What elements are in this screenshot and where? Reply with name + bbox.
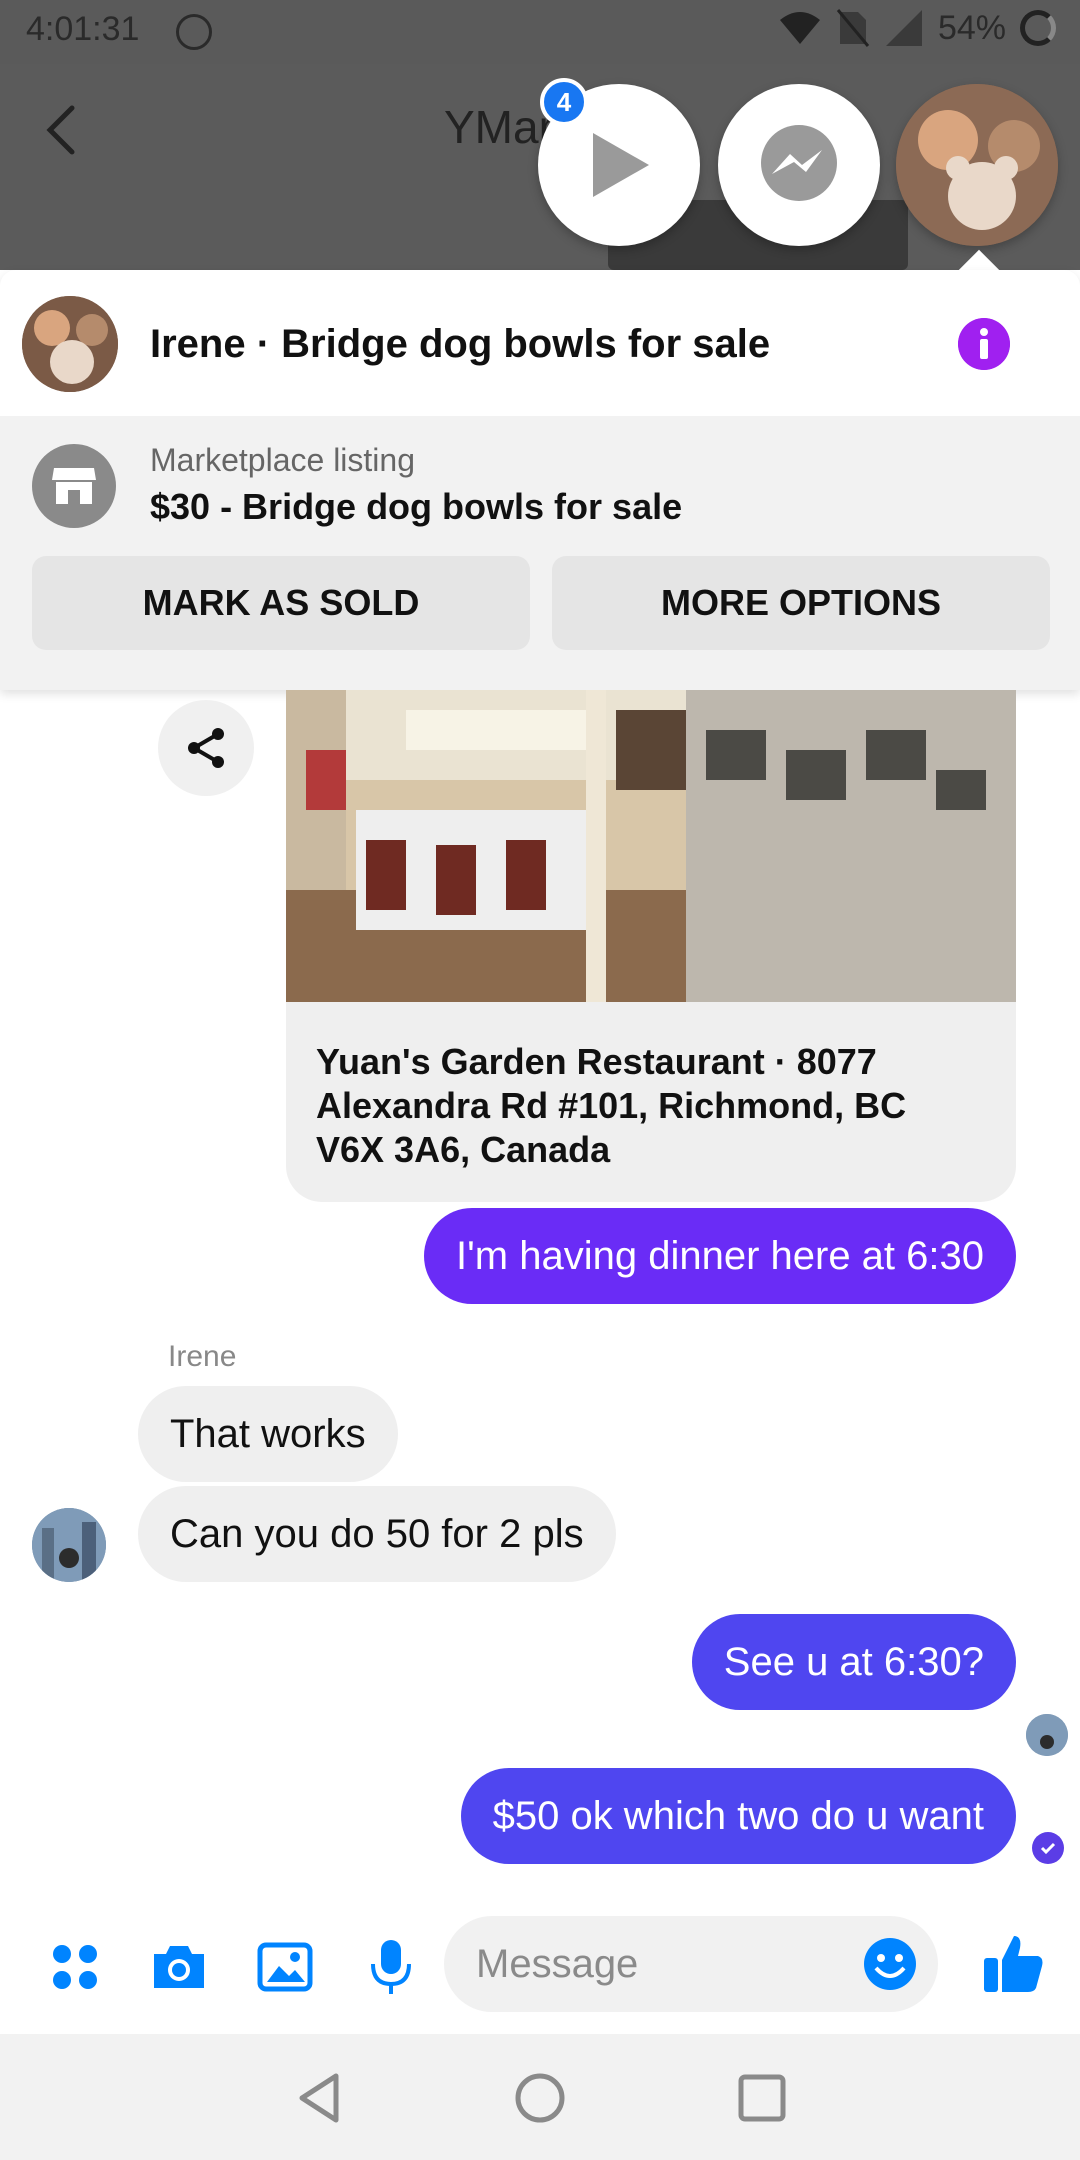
battery-icon [1020, 10, 1056, 46]
seen-indicator-avatar [1026, 1714, 1068, 1756]
message-composer [0, 1900, 1080, 2034]
listing-card-body: Marketplace listing $30 - Bridge dog bow… [0, 416, 1080, 690]
nav-home-icon[interactable] [512, 2070, 568, 2126]
back-arrow-icon[interactable] [36, 100, 96, 160]
nav-recents-icon[interactable] [734, 2070, 790, 2126]
gallery-icon[interactable] [256, 1938, 314, 1996]
microphone-icon[interactable] [362, 1938, 420, 1996]
location-address: Yuan's Garden Restaurant · 8077 Alexandr… [316, 1041, 907, 1170]
sender-name: Irene [168, 1340, 237, 1373]
message-bubble-received[interactable]: That works [138, 1386, 398, 1482]
storefront-icon [32, 444, 116, 528]
status-time: 4:01:31 [26, 10, 140, 48]
camera-icon[interactable] [150, 1938, 208, 1996]
listing-label: Marketplace listing [150, 442, 415, 478]
listing-card-header: Irene · Bridge dog bowls for sale [0, 270, 1080, 416]
location-share-card[interactable]: Yuan's Garden Restaurant · 8077 Alexandr… [286, 690, 1016, 1202]
share-icon [188, 728, 224, 768]
more-apps-icon[interactable] [46, 1938, 104, 1996]
listing-card: Irene · Bridge dog bowls for sale Market… [0, 270, 1080, 690]
restaurant-photo [286, 690, 1016, 1002]
nav-back-icon[interactable] [292, 2070, 348, 2126]
info-icon[interactable] [958, 318, 1010, 370]
messenger-chathead[interactable] [718, 84, 880, 246]
listing-price-title[interactable]: $30 - Bridge dog bowls for sale [150, 486, 682, 528]
message-bubble-received[interactable]: Can you do 50 for 2 pls [138, 1486, 616, 1582]
sender-avatar[interactable] [32, 1508, 106, 1582]
status-indicators: 54% [778, 8, 1056, 48]
message-bubble-sent[interactable]: See u at 6:30? [691, 1614, 1016, 1710]
mark-as-sold-button[interactable]: MARK AS SOLD [32, 556, 530, 650]
status-bar: 4:01:31 54% [0, 0, 1080, 64]
delivered-check-icon [1032, 1832, 1064, 1864]
battery-percent: 54% [937, 8, 1006, 47]
message-bubble-sent[interactable]: I'm having dinner here at 6:30 [424, 1208, 1016, 1304]
thumbs-up-icon[interactable] [980, 1930, 1046, 1996]
messenger-status-icon [176, 14, 212, 50]
wifi-icon [779, 12, 820, 44]
more-options-button[interactable]: MORE OPTIONS [552, 556, 1050, 650]
signal-icon [885, 10, 922, 46]
play-icon [593, 133, 649, 197]
messenger-icon [761, 125, 837, 201]
unread-badge: 4 [540, 78, 588, 126]
system-nav-bar [0, 2034, 1080, 2160]
listing-avatar [22, 296, 118, 392]
listing-chathead[interactable] [896, 84, 1058, 246]
conversation-title: YMar [444, 101, 554, 153]
listing-card-title: Irene · Bridge dog bowls for sale [150, 322, 771, 366]
share-button[interactable] [158, 700, 254, 796]
emoji-icon[interactable] [862, 1936, 918, 1992]
dog-bowl-photo [896, 84, 1058, 246]
message-bubble-sent[interactable]: $50 ok which two do u want [460, 1768, 1016, 1864]
no-sim-icon [836, 9, 870, 47]
